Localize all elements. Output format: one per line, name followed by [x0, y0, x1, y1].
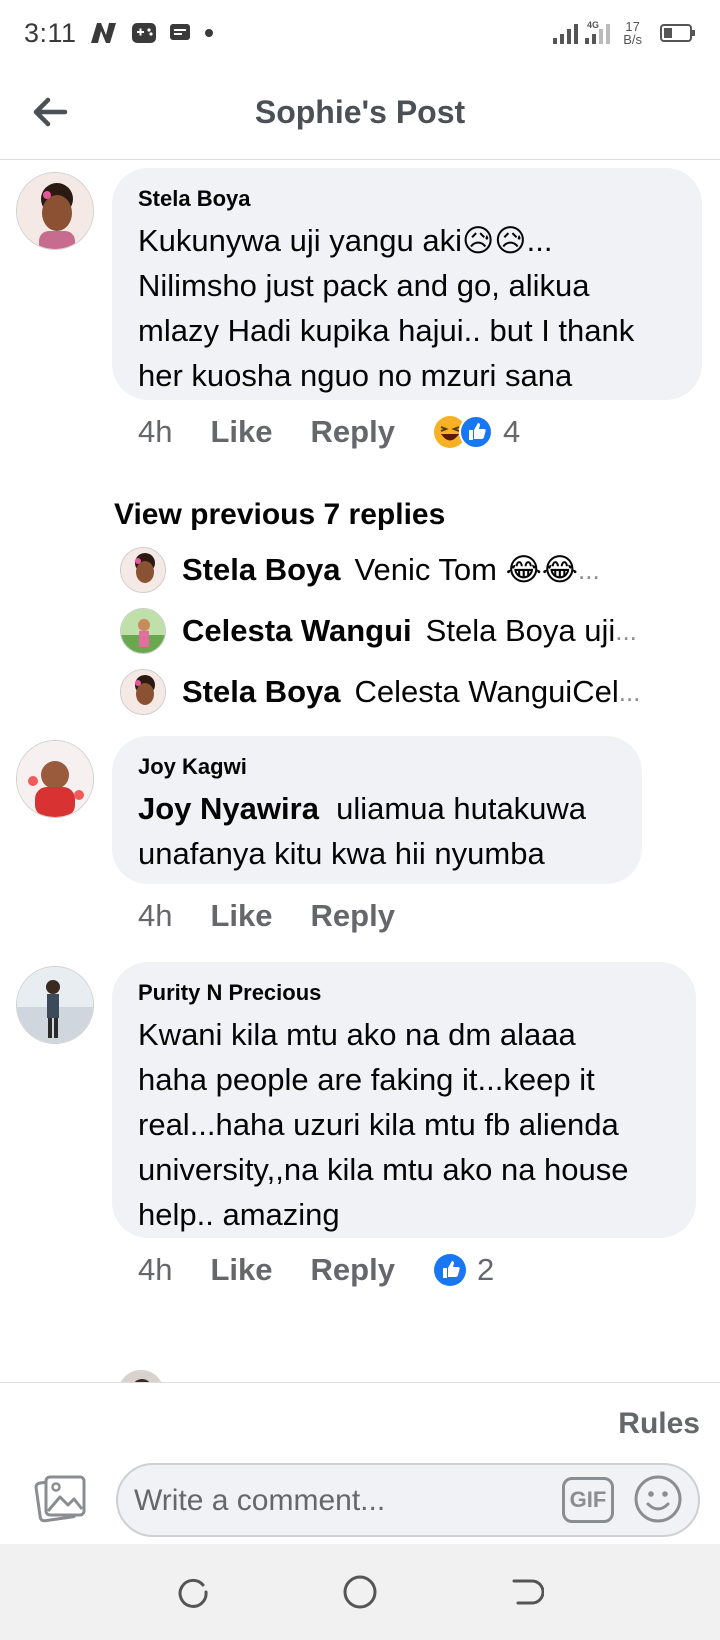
reactions[interactable]	[433, 415, 493, 449]
smiley-icon	[634, 1475, 682, 1523]
comment-bubble[interactable]: Joy Kagwi Joy Nyawira uliamua hutakuwa u…	[112, 736, 642, 884]
arrow-left-icon	[33, 97, 68, 127]
avatar[interactable]	[16, 172, 94, 250]
reply-button[interactable]: Reply	[311, 414, 395, 450]
reply-preview[interactable]: Celesta Wangui Stela Boya uji ...	[120, 605, 680, 657]
comment-line: Kwani kila mtu ako na dm alaaa	[138, 1017, 576, 1052]
comment-time: 4h	[138, 1252, 173, 1287]
home-icon	[343, 1575, 377, 1609]
battery-icon	[660, 23, 696, 43]
like-icon	[458, 415, 493, 449]
like-button[interactable]: Like	[210, 898, 272, 934]
reactions[interactable]	[433, 1253, 467, 1287]
dot-icon	[203, 27, 215, 39]
avatar[interactable]	[118, 1370, 164, 1382]
comment-line: Nilimsho just pack and go, alikua	[138, 268, 590, 303]
comment-meta: 4h Like Reply 2	[138, 1252, 494, 1288]
back-button[interactable]	[28, 90, 72, 134]
comment-line: help.. amazing	[138, 1197, 340, 1232]
reply-author[interactable]: Celesta Wangui	[182, 613, 412, 649]
system-nav-bar	[0, 1544, 720, 1640]
reply-preview[interactable]: Stela Boya Venic Tom 😂😂 ...	[120, 544, 680, 596]
comment-text: Kwani kila mtu ako na dm alaaa haha peop…	[138, 1012, 670, 1237]
message-icon	[169, 22, 191, 44]
gif-button[interactable]: GIF	[562, 1477, 614, 1523]
reaction-count: 2	[476, 1252, 495, 1287]
avatar[interactable]	[120, 608, 166, 654]
comment-author[interactable]: Stela Boya	[138, 186, 676, 212]
comment-line: mlazy Hadi kupika hajui.. but I thank	[138, 313, 635, 348]
recents-button[interactable]	[168, 1567, 218, 1617]
emoji-button[interactable]	[632, 1473, 684, 1525]
photo-button[interactable]	[34, 1471, 88, 1525]
like-icon	[433, 1254, 466, 1286]
comment-line: uliamua hutakuwa	[336, 791, 587, 826]
reply-author[interactable]: Stela Boya	[182, 552, 341, 588]
reply-ellipsis: ...	[615, 615, 637, 646]
comment-input[interactable]	[134, 1479, 534, 1523]
signal-icon: 4G	[553, 20, 617, 46]
page-title: Sophie's Post	[254, 94, 466, 130]
game-icon	[131, 21, 157, 45]
comment-box: GIF	[116, 1463, 700, 1537]
reply-button[interactable]: Reply	[311, 898, 395, 934]
reply-ellipsis: ...	[578, 554, 600, 585]
comment-meta: 4h Like Reply	[138, 898, 433, 934]
reply-text: Celesta WanguiCel	[354, 674, 619, 709]
comment-time: 4h	[138, 414, 173, 449]
comments-list[interactable]: Stela Boya Kukunywa uji yangu aki😥😥... N…	[0, 160, 720, 1382]
reply-text: Stela Boya uji	[425, 613, 616, 648]
comment-author[interactable]: Joy Kagwi	[138, 754, 616, 780]
home-button[interactable]	[335, 1567, 385, 1617]
avatar[interactable]	[120, 669, 166, 715]
reply-preview[interactable]: Stela Boya Celesta WanguiCel ...	[120, 666, 680, 718]
net-rate: 17 B/s	[623, 20, 642, 46]
comment-line: haha people are faking it...keep it	[138, 1062, 595, 1097]
reply-button[interactable]: Reply	[311, 1252, 395, 1288]
back-nav-button[interactable]	[502, 1567, 552, 1617]
network-type: 4G	[587, 20, 599, 30]
post-header: Sophie's Post	[0, 66, 720, 160]
comment-composer: Rules GIF	[0, 1382, 720, 1544]
like-button[interactable]: Like	[210, 1252, 272, 1288]
reply-author[interactable]: Stela Boya	[182, 674, 341, 710]
like-button[interactable]: Like	[210, 414, 272, 450]
net-rate-unit: B/s	[623, 32, 642, 47]
rules-link[interactable]: Rules	[618, 1407, 700, 1441]
reply-ellipsis: ...	[618, 676, 641, 707]
n-app-icon	[89, 21, 119, 45]
mention-link[interactable]: Joy Nyawira	[138, 791, 319, 826]
view-previous-replies[interactable]: View previous 7 replies	[114, 498, 445, 532]
comment-text: Joy Nyawira uliamua hutakuwa unafanya ki…	[138, 786, 616, 876]
avatar[interactable]	[120, 547, 166, 593]
comment-line: real...haha uzuri kila mtu fb alienda	[138, 1107, 619, 1142]
comment-time: 4h	[138, 898, 173, 933]
comment-bubble[interactable]: Stela Boya Kukunywa uji yangu aki😥😥... N…	[112, 168, 702, 400]
reply-text: Venic Tom 😂😂	[354, 552, 579, 587]
reaction-count: 4	[502, 414, 521, 449]
comment-line: university,,na kila mtu ako na house	[138, 1152, 629, 1187]
avatar[interactable]	[16, 740, 94, 818]
photo-icon	[34, 1475, 86, 1523]
comment-line: her kuosha nguo no mzuri sana	[138, 358, 573, 393]
status-time: 3:11	[24, 17, 77, 48]
comment-meta: 4h Like Reply 4	[138, 414, 520, 450]
status-bar: 3:11 4G 17 B/s	[0, 0, 720, 66]
comment-text: Kukunywa uji yangu aki😥😥... Nilimsho jus…	[138, 218, 676, 398]
comment-line: Kukunywa uji yangu aki😥😥...	[138, 223, 553, 258]
comment-bubble[interactable]: Purity N Precious Kwani kila mtu ako na …	[112, 962, 696, 1238]
back-icon	[512, 1579, 544, 1605]
recents-icon	[178, 1578, 208, 1608]
comment-author[interactable]: Purity N Precious	[138, 980, 670, 1006]
comment-line: unafanya kitu kwa hii nyumba	[138, 836, 545, 871]
avatar[interactable]	[16, 966, 94, 1044]
